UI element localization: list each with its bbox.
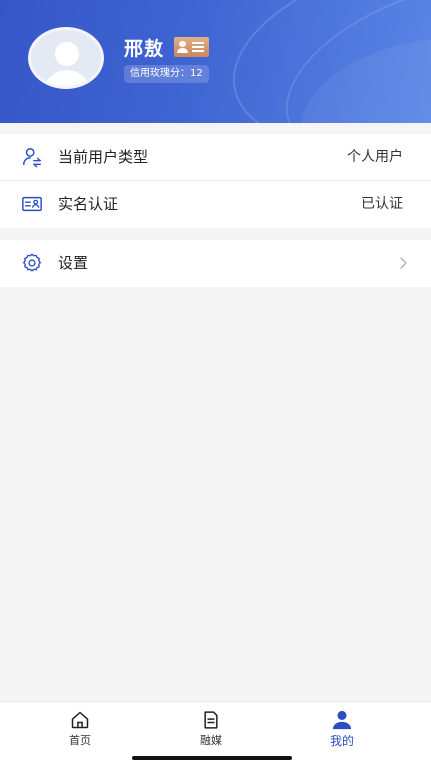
document-icon bbox=[204, 711, 218, 729]
avatar-body bbox=[43, 70, 91, 86]
settings-card: 设置 bbox=[0, 240, 431, 287]
home-icon bbox=[71, 711, 89, 729]
user-name: 邢敖 bbox=[124, 38, 165, 60]
user-type-row[interactable]: 当前用户类型 个人用户 bbox=[0, 134, 431, 180]
account-info-card: 当前用户类型 个人用户 实名认证 已认证 bbox=[0, 134, 431, 228]
chevron-right-icon bbox=[400, 257, 407, 269]
avatar-head bbox=[55, 42, 79, 66]
credit-score-badge[interactable]: 信用玫瑰分：12 bbox=[124, 65, 209, 83]
user-type-label: 当前用户类型 bbox=[58, 148, 149, 166]
profile-header: 邢敖 信用玫瑰分：12 bbox=[0, 0, 431, 123]
settings-row[interactable]: 设置 bbox=[0, 240, 431, 286]
real-name-auth-row[interactable]: 实名认证 已认证 bbox=[0, 181, 431, 227]
tab-mine-label: 我的 bbox=[329, 734, 354, 748]
user-type-value: 个人用户 bbox=[347, 149, 403, 165]
tab-media-label: 融媒 bbox=[200, 734, 222, 747]
verified-id-badge-icon bbox=[174, 37, 209, 57]
tab-mine[interactable]: 我的 bbox=[302, 706, 382, 752]
gear-icon bbox=[23, 253, 41, 272]
real-name-auth-label: 实名认证 bbox=[58, 195, 119, 213]
settings-label: 设置 bbox=[58, 254, 89, 272]
id-card-icon bbox=[22, 196, 42, 212]
tab-home[interactable]: 首页 bbox=[40, 706, 120, 752]
home-indicator[interactable] bbox=[132, 756, 292, 760]
person-icon bbox=[332, 710, 352, 730]
real-name-auth-status: 已认证 bbox=[361, 196, 403, 212]
avatar[interactable] bbox=[28, 27, 104, 89]
tab-media[interactable]: 融媒 bbox=[171, 706, 251, 752]
tab-home-label: 首页 bbox=[69, 734, 91, 747]
user-switch-icon bbox=[23, 148, 41, 168]
